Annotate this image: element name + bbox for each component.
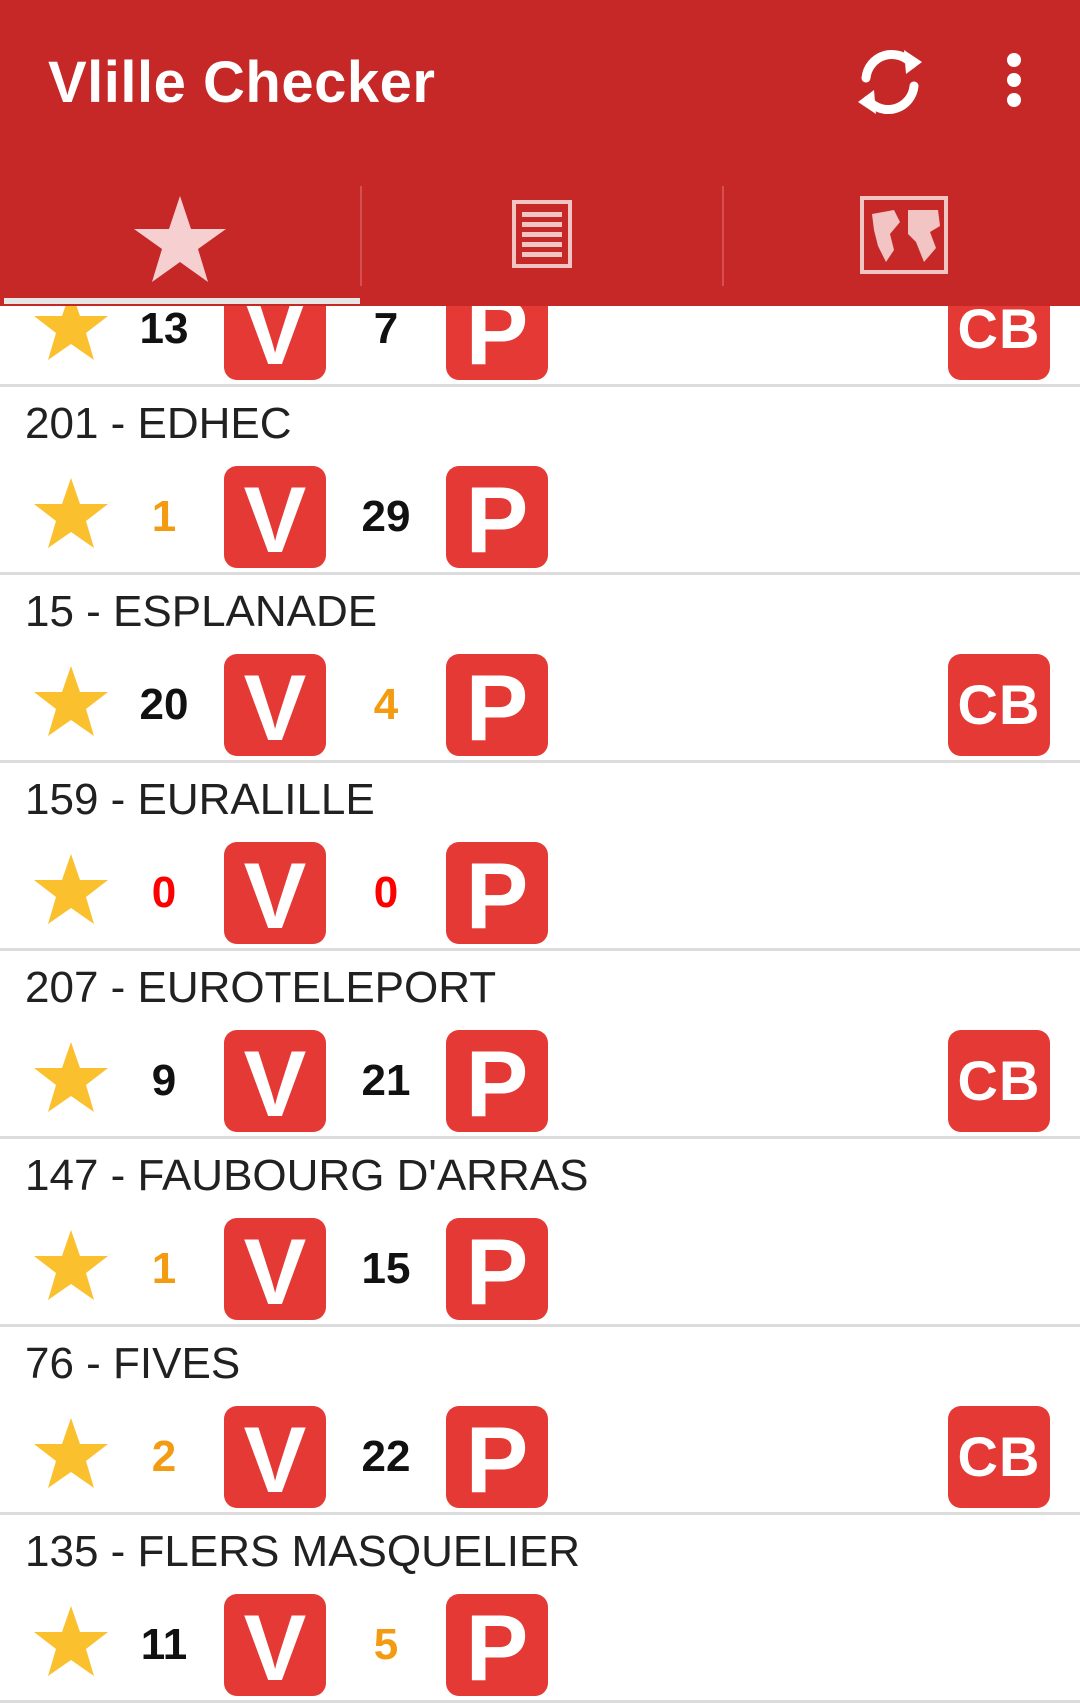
- station-row[interactable]: 207 - EUROTELEPORT 9 V 21 P CB: [0, 948, 1080, 1136]
- tab-map[interactable]: [724, 176, 1080, 306]
- bikes-badge: V: [224, 842, 326, 948]
- credit-card-badge: CB: [948, 1406, 1050, 1508]
- bikes-badge: V: [224, 1030, 326, 1136]
- available-slots-count: 0: [373, 868, 399, 917]
- refresh-icon: [858, 50, 922, 114]
- available-slots-count: 15: [361, 1244, 411, 1293]
- favorite-star-icon[interactable]: [32, 1228, 110, 1306]
- station-row[interactable]: 76 - FIVES 2 V 22 P CB: [0, 1324, 1080, 1512]
- available-slots-count: 22: [361, 1432, 411, 1481]
- available-bikes-count: 1: [151, 1244, 177, 1293]
- available-bikes-count: 11: [140, 1620, 188, 1669]
- world-map-icon: [860, 196, 948, 274]
- available-bikes-count: 2: [151, 1432, 177, 1481]
- star-icon: [134, 196, 226, 282]
- bikes-badge: V: [224, 1218, 326, 1324]
- available-bikes-count: 0: [151, 868, 177, 917]
- favorite-star-icon[interactable]: [32, 1604, 110, 1682]
- parking-badge: P: [446, 466, 548, 572]
- available-slots-count: 4: [373, 680, 399, 729]
- favorite-star-icon[interactable]: [32, 1416, 110, 1494]
- selected-tab-indicator: [4, 298, 360, 304]
- available-bikes-count: 9: [151, 1056, 177, 1105]
- favorite-star-icon[interactable]: [32, 476, 110, 554]
- favorite-star-icon[interactable]: [32, 852, 110, 930]
- tab-list[interactable]: [362, 176, 722, 306]
- refresh-button[interactable]: [848, 40, 932, 124]
- list-icon: [512, 200, 572, 268]
- station-row[interactable]: 201 - EDHEC 1 V 29 P: [0, 384, 1080, 572]
- station-name: 201 - EDHEC: [25, 399, 292, 448]
- station-name: 15 - ESPLANADE: [25, 587, 378, 636]
- available-slots-count: 29: [361, 492, 411, 541]
- bikes-badge: V: [224, 654, 326, 760]
- parking-badge: P: [446, 1218, 548, 1324]
- station-row[interactable]: 147 - FAUBOURG D'ARRAS 1 V 15 P: [0, 1136, 1080, 1324]
- station-row[interactable]: 159 - EURALILLE 0 V 0 P: [0, 760, 1080, 948]
- available-slots-count: 5: [373, 1620, 399, 1669]
- station-row[interactable]: 15 - ESPLANADE 20 V 4 P CB: [0, 572, 1080, 760]
- station-name: 76 - FIVES: [25, 1339, 241, 1388]
- station-name: 147 - FAUBOURG D'ARRAS: [25, 1151, 589, 1200]
- tab-favorites[interactable]: [0, 176, 360, 306]
- station-name: 135 - FLERS MASQUELIER: [25, 1527, 581, 1576]
- app-title: Vlille Checker: [48, 50, 436, 115]
- available-slots-count: 21: [361, 1056, 411, 1105]
- bikes-badge: V: [224, 1406, 326, 1512]
- tab-bar: [0, 176, 1080, 306]
- available-bikes-count: 20: [139, 680, 189, 729]
- credit-card-badge: CB: [948, 1030, 1050, 1132]
- station-name: 159 - EURALILLE: [25, 775, 375, 824]
- bikes-badge: V: [224, 1594, 326, 1700]
- station-row[interactable]: 135 - FLERS MASQUELIER 11 V 5 P: [0, 1512, 1080, 1700]
- credit-card-badge: CB: [948, 654, 1050, 756]
- station-name: 207 - EUROTELEPORT: [25, 963, 497, 1012]
- more-vert-icon: [1007, 53, 1021, 107]
- parking-badge: P: [446, 1406, 548, 1512]
- favorite-star-icon[interactable]: [32, 1040, 110, 1118]
- favorite-star-icon[interactable]: [32, 664, 110, 742]
- parking-badge: P: [446, 1594, 548, 1700]
- bikes-badge: V: [224, 466, 326, 572]
- parking-badge: P: [446, 842, 548, 948]
- parking-badge: P: [446, 1030, 548, 1136]
- parking-badge: P: [446, 654, 548, 760]
- app-bar: Vlille Checker: [0, 0, 1080, 306]
- more-options-button[interactable]: [986, 40, 1042, 124]
- available-bikes-count: 1: [151, 492, 177, 541]
